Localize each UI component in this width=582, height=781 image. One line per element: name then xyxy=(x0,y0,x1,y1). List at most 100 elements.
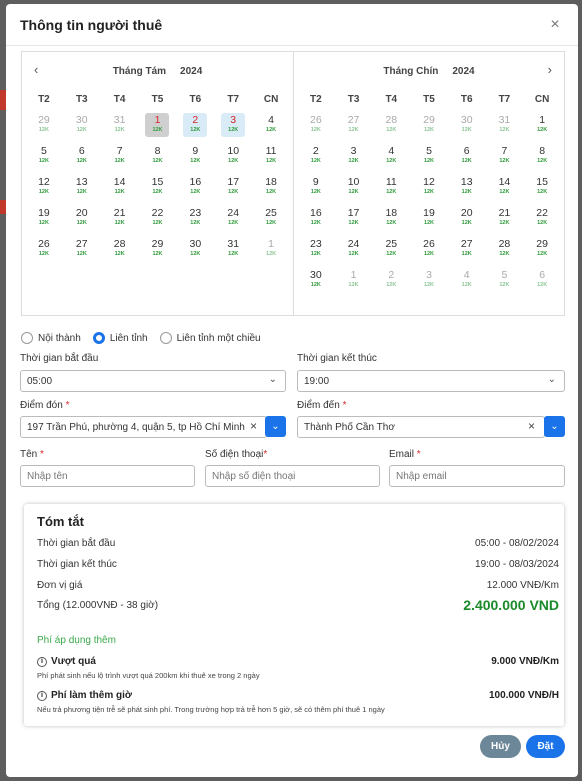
calendar-day[interactable]: 6 12K xyxy=(523,265,561,296)
calendar-day[interactable]: 15 12K xyxy=(139,172,177,203)
name-input[interactable] xyxy=(27,470,194,482)
calendar-day[interactable]: 29 12K xyxy=(523,234,561,265)
radio-circle[interactable] xyxy=(92,332,105,344)
radio-lien-tinh[interactable]: Liên tỉnh xyxy=(92,332,148,344)
calendar-day[interactable]: 19 12K xyxy=(25,203,63,234)
calendar-day[interactable]: 4 12K xyxy=(372,141,410,172)
calendar-day[interactable]: 5 12K xyxy=(25,141,63,172)
calendar-day[interactable]: 27 12K xyxy=(63,234,101,265)
calendar-day[interactable]: 10 12K xyxy=(335,172,373,203)
calendar-day[interactable]: 18 12K xyxy=(252,172,290,203)
calendar-day[interactable]: 14 12K xyxy=(101,172,139,203)
calendar-day[interactable]: 19 12K xyxy=(410,203,448,234)
calendar-day[interactable]: 6 12K xyxy=(448,141,486,172)
phone-field[interactable] xyxy=(205,465,380,487)
calendar-day[interactable]: 10 12K xyxy=(214,141,252,172)
calendar-day[interactable]: 24 12K xyxy=(214,203,252,234)
calendar-day[interactable]: 17 12K xyxy=(335,203,373,234)
calendar-day[interactable]: 26 12K xyxy=(25,234,63,265)
calendar-day[interactable]: 2 12K xyxy=(372,265,410,296)
calendar-day[interactable]: 3 12K xyxy=(214,110,252,141)
calendar-day[interactable]: 16 12K xyxy=(176,172,214,203)
prev-month-icon[interactable]: ‹ xyxy=(34,62,38,77)
radio-circle[interactable] xyxy=(21,332,33,344)
calendar-day[interactable]: 2 12K xyxy=(297,141,335,172)
cancel-button[interactable]: Hủy xyxy=(480,735,521,758)
pickup-dropdown-button[interactable]: ⌄ xyxy=(265,416,286,437)
calendar-day[interactable]: 1 12K xyxy=(335,265,373,296)
calendar-day[interactable]: 7 12K xyxy=(101,141,139,172)
calendar-day[interactable]: 2 12K xyxy=(176,110,214,141)
calendar-day[interactable]: 22 12K xyxy=(523,203,561,234)
radio-circle[interactable] xyxy=(159,332,172,344)
calendar-day[interactable]: 5 12K xyxy=(486,265,524,296)
dropoff-input[interactable]: Thành Phố Cần Thơ xyxy=(297,416,545,438)
phone-input[interactable] xyxy=(212,470,379,482)
calendar-day[interactable]: 21 12K xyxy=(486,203,524,234)
info-icon[interactable]: i xyxy=(37,656,47,667)
calendar-day[interactable]: 20 12K xyxy=(448,203,486,234)
calendar-day[interactable]: 24 12K xyxy=(335,234,373,265)
calendar-day[interactable]: 13 12K xyxy=(448,172,486,203)
calendar-day[interactable]: 30 12K xyxy=(448,110,486,141)
calendar-day[interactable]: 3 12K xyxy=(335,141,373,172)
calendar-day[interactable]: 18 12K xyxy=(372,203,410,234)
calendar-day[interactable]: 28 12K xyxy=(486,234,524,265)
calendar-day[interactable]: 14 12K xyxy=(486,172,524,203)
name-field[interactable] xyxy=(20,465,195,487)
calendar-day[interactable]: 27 12K xyxy=(448,234,486,265)
calendar-day[interactable]: 23 12K xyxy=(297,234,335,265)
calendar-day[interactable]: 1 12K xyxy=(252,234,290,265)
calendar-day[interactable]: 20 12K xyxy=(63,203,101,234)
calendar-day[interactable]: 13 12K xyxy=(63,172,101,203)
calendar-day[interactable]: 8 12K xyxy=(139,141,177,172)
clear-icon[interactable]: × xyxy=(250,419,257,433)
calendar-day[interactable]: 30 12K xyxy=(297,265,335,296)
book-button[interactable]: Đặt xyxy=(526,735,565,758)
calendar-day[interactable]: 11 12K xyxy=(252,141,290,172)
calendar-day[interactable]: 8 12K xyxy=(523,141,561,172)
calendar-day[interactable]: 1 12K xyxy=(139,110,177,141)
calendar-day[interactable]: 1 12K xyxy=(523,110,561,141)
calendar-day[interactable]: 4 12K xyxy=(448,265,486,296)
calendar-day[interactable]: 31 12K xyxy=(214,234,252,265)
email-field[interactable] xyxy=(389,465,565,487)
calendar-day[interactable]: 6 12K xyxy=(63,141,101,172)
calendar-day[interactable]: 3 12K xyxy=(410,265,448,296)
start-time-select[interactable]: 05:00 ⌄ xyxy=(20,370,286,392)
end-time-select[interactable]: 19:00 ⌄ xyxy=(297,370,565,392)
calendar-day[interactable]: 7 12K xyxy=(486,141,524,172)
calendar-day[interactable]: 5 12K xyxy=(410,141,448,172)
calendar-day[interactable]: 30 12K xyxy=(63,110,101,141)
calendar-day[interactable]: 11 12K xyxy=(372,172,410,203)
radio-lien-tinh-mot-chieu[interactable]: Liên tỉnh một chiều xyxy=(159,332,261,344)
calendar-day[interactable]: 15 12K xyxy=(523,172,561,203)
calendar-day[interactable]: 9 12K xyxy=(176,141,214,172)
calendar-day[interactable]: 22 12K xyxy=(139,203,177,234)
calendar-day[interactable]: 29 12K xyxy=(410,110,448,141)
calendar-day[interactable]: 28 12K xyxy=(101,234,139,265)
calendar-day[interactable]: 9 12K xyxy=(297,172,335,203)
close-icon[interactable]: × xyxy=(546,16,564,34)
calendar-day[interactable]: 29 12K xyxy=(139,234,177,265)
calendar-day[interactable]: 4 12K xyxy=(252,110,290,141)
calendar-day[interactable]: 28 12K xyxy=(372,110,410,141)
calendar-day[interactable]: 17 12K xyxy=(214,172,252,203)
calendar-day[interactable]: 26 12K xyxy=(410,234,448,265)
calendar-day[interactable]: 31 12K xyxy=(486,110,524,141)
calendar-day[interactable]: 23 12K xyxy=(176,203,214,234)
calendar-day[interactable]: 25 12K xyxy=(252,203,290,234)
calendar-day[interactable]: 12 12K xyxy=(25,172,63,203)
clear-icon[interactable]: × xyxy=(528,419,535,433)
calendar-day[interactable]: 27 12K xyxy=(335,110,373,141)
calendar-day[interactable]: 21 12K xyxy=(101,203,139,234)
pickup-input[interactable]: 197 Trần Phú, phường 4, quận 5, tp Hồ Ch… xyxy=(20,416,267,438)
calendar-day[interactable]: 29 12K xyxy=(25,110,63,141)
radio-noi-thanh[interactable]: Nội thành xyxy=(21,332,81,344)
next-month-icon[interactable]: › xyxy=(548,62,552,77)
calendar-day[interactable]: 31 12K xyxy=(101,110,139,141)
calendar-day[interactable]: 16 12K xyxy=(297,203,335,234)
calendar-day[interactable]: 30 12K xyxy=(176,234,214,265)
info-icon[interactable]: i xyxy=(37,690,47,701)
calendar-day[interactable]: 12 12K xyxy=(410,172,448,203)
